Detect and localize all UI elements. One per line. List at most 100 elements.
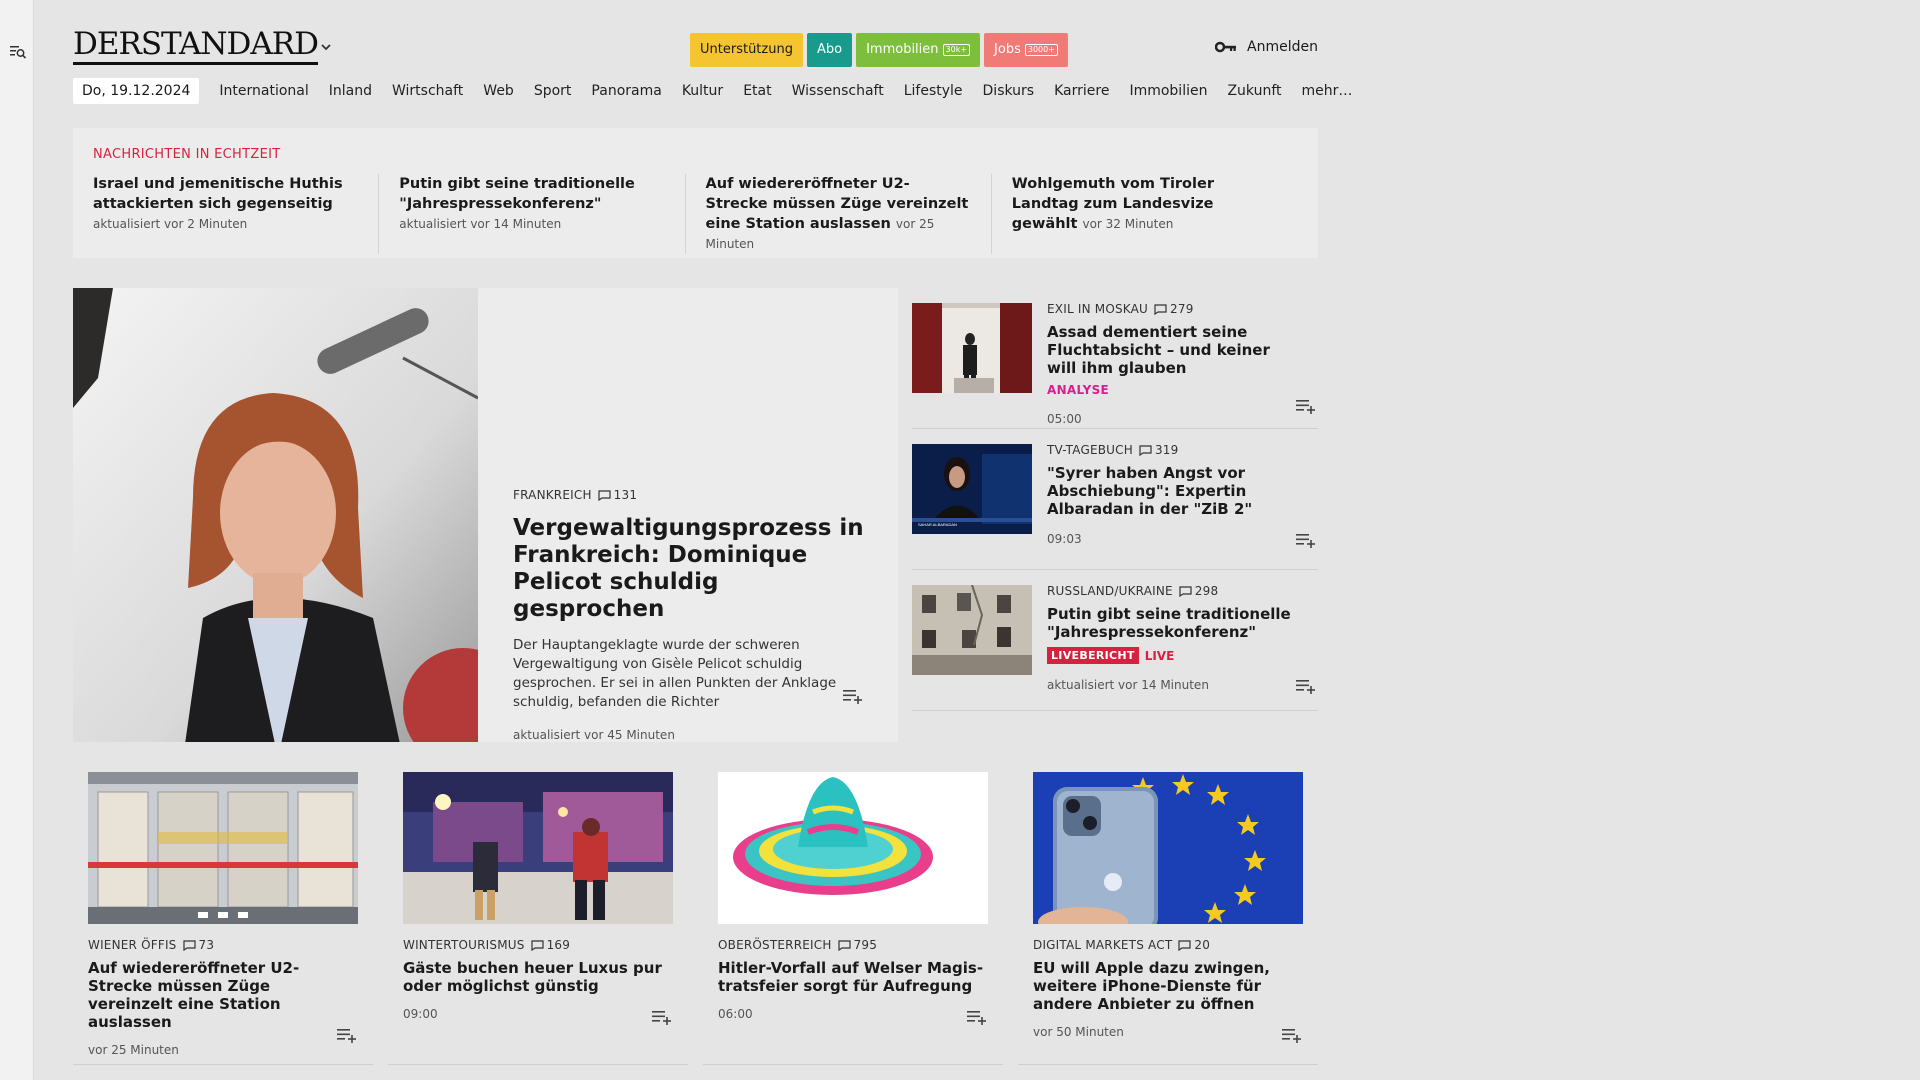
comments-count-value: 298 xyxy=(1194,584,1219,598)
lead-title[interactable]: Vergewaltigungsprozess in Frankreich: Do… xyxy=(513,515,868,623)
add-to-list-icon[interactable] xyxy=(651,1009,673,1025)
add-to-list-icon[interactable] xyxy=(1295,398,1317,414)
lead-teaser: Der Hauptangeklagte wurde der schweren V… xyxy=(513,637,837,710)
story-card[interactable]: OBERÖSTERREICH 795 Hitler-Vorfall auf We… xyxy=(703,757,1003,1065)
add-to-list-icon[interactable] xyxy=(1281,1027,1303,1043)
live-indicator: LIVEBERICHT LIVE xyxy=(1047,647,1297,664)
story-card-title[interactable]: Gäste buchen heuer Luxus pur oder möglic… xyxy=(403,959,673,995)
nav-item-sport[interactable]: Sport xyxy=(534,83,572,99)
lead-story[interactable]: FRANKREICH 131 Vergewaltigungsprozess in… xyxy=(73,288,898,742)
realtime-timestamp: aktualisiert vor 14 Minuten xyxy=(399,217,562,231)
nav-item-inland[interactable]: Inland xyxy=(329,83,372,99)
side-story-kicker-label: RUSSLAND/UKRAINE xyxy=(1047,584,1173,598)
nav-item-web[interactable]: Web xyxy=(483,83,514,99)
nav-item-panorama[interactable]: Panorama xyxy=(591,83,661,99)
story-card-image xyxy=(88,772,358,924)
add-to-list-icon[interactable] xyxy=(336,1027,358,1043)
realtime-item[interactable]: Israel und jemenitische Huthis atta­ckie… xyxy=(93,174,380,254)
support-button[interactable]: Unterstützung xyxy=(690,33,803,67)
comment-icon xyxy=(1178,939,1191,951)
comments-count-value: 73 xyxy=(198,938,215,952)
nav-item-wirtschaft[interactable]: Wirtschaft xyxy=(392,83,463,99)
comments-count[interactable]: 795 xyxy=(837,938,878,952)
add-to-list-icon[interactable] xyxy=(842,688,864,704)
add-to-list-icon[interactable] xyxy=(1295,532,1317,548)
story-grid: WIENER ÖFFIS 73 Auf wiedereröffneter U2-… xyxy=(73,757,1318,1065)
side-story[interactable]: RUSSLAND/UKRAINE 298 Putin gibt seine tr… xyxy=(912,570,1318,711)
comments-count[interactable]: 169 xyxy=(530,938,571,952)
site-logo[interactable]: DERSTANDARD xyxy=(73,26,319,65)
story-card-time: vor 50 Minuten xyxy=(1033,1025,1124,1039)
story-card-image xyxy=(718,772,988,924)
nav-item-more[interactable]: mehr… xyxy=(1302,83,1353,99)
comments-count-value: 279 xyxy=(1170,302,1194,316)
side-story-title[interactable]: Assad dementiert seine Fluchtabsicht – u… xyxy=(1047,323,1297,377)
comments-count[interactable]: 279 xyxy=(1154,302,1194,316)
realtime-item[interactable]: Putin gibt seine traditionelle "Jahres­p… xyxy=(399,174,686,254)
story-card-kicker-label: WINTERTOURISMUS xyxy=(403,938,525,952)
header: DERSTANDARD Unterstützung Abo Immobilien… xyxy=(73,0,1318,72)
realtime-timestamp: aktualisiert vor 2 Minuten xyxy=(93,217,248,231)
comments-count[interactable]: 131 xyxy=(598,488,638,502)
realtime-title: NACHRICHTEN IN ECHTZEIT xyxy=(93,147,281,162)
nav-item-karriere[interactable]: Karriere xyxy=(1054,83,1109,99)
comment-icon xyxy=(1139,444,1152,456)
side-story-time: 05:00 xyxy=(1047,412,1082,426)
comments-count[interactable]: 20 xyxy=(1178,938,1210,952)
realtime-item[interactable]: Auf wiedereröffneter U2-Strecke müs­sen … xyxy=(706,174,992,254)
nav-item-kultur[interactable]: Kultur xyxy=(682,83,723,99)
nav-item-international[interactable]: International xyxy=(219,83,308,99)
side-story[interactable]: SAHAR ALBARADAN TV-TAGEBUCH 319 "Syrer h… xyxy=(912,429,1318,570)
story-card[interactable]: DIGITAL MARKETS ACT 20 EU will Apple daz… xyxy=(1018,757,1318,1065)
add-to-list-icon[interactable] xyxy=(966,1009,988,1025)
nav-item-diskurs[interactable]: Diskurs xyxy=(983,83,1035,99)
story-card-kicker-label: OBERÖSTERREICH xyxy=(718,938,832,952)
story-card[interactable]: WINTERTOURISMUS 169 Gäste buchen heuer L… xyxy=(388,757,688,1065)
add-to-list-icon[interactable] xyxy=(1295,678,1317,694)
comments-count-value: 319 xyxy=(1154,443,1179,457)
side-story-title[interactable]: "Syrer haben Angst vor Abschiebung": Exp… xyxy=(1047,464,1297,518)
story-card-title[interactable]: EU will Apple dazu zwingen, weitere iPho… xyxy=(1033,959,1303,1013)
realtime-news: NACHRICHTEN IN ECHTZEIT Israel und jemen… xyxy=(73,128,1318,258)
nav-item-wissenschaft[interactable]: Wissenschaft xyxy=(792,83,884,99)
jobs-button-label: Jobs xyxy=(994,42,1021,57)
nav-item-etat[interactable]: Etat xyxy=(743,83,771,99)
comment-icon xyxy=(1154,303,1167,315)
comments-count-value: 131 xyxy=(613,488,638,502)
abo-button[interactable]: Abo xyxy=(806,33,853,67)
realtime-timestamp: vor 32 Minuten xyxy=(1082,217,1174,231)
side-story-title[interactable]: Putin gibt seine traditionelle "Jahrespr… xyxy=(1047,605,1297,641)
comments-count-value: 20 xyxy=(1194,938,1211,952)
nav-item-lifestyle[interactable]: Lifestyle xyxy=(904,83,963,99)
realtime-item[interactable]: Wohlgemuth vom Tiroler Landtag zum Lande… xyxy=(1012,174,1298,254)
lead-story-image xyxy=(73,288,478,742)
menu-search-icon[interactable] xyxy=(9,43,27,61)
key-icon xyxy=(1215,41,1237,53)
story-card-kicker-label: DIGITAL MARKETS ACT xyxy=(1033,938,1173,952)
lead-kicker-label: FRANKREICH xyxy=(513,488,592,502)
comment-icon xyxy=(837,939,851,951)
comments-count[interactable]: 73 xyxy=(182,938,215,952)
login-button[interactable]: Anmelden xyxy=(1215,39,1318,55)
side-story[interactable]: EXIL IN MOSKAU 279 Assad dementiert sein… xyxy=(912,288,1318,429)
nav-item-immobilien[interactable]: Immobilien xyxy=(1129,83,1207,99)
side-story-kicker-label: TV-TAGEBUCH xyxy=(1047,443,1133,457)
nav-item-zukunft[interactable]: Zukunft xyxy=(1227,83,1281,99)
story-card-title[interactable]: Hitler-Vorfall auf Welser Magis­tratsfei… xyxy=(718,959,988,995)
comments-count[interactable]: 319 xyxy=(1139,443,1179,457)
chevron-down-icon[interactable] xyxy=(319,40,333,54)
story-card-title[interactable]: Auf wiedereröffneter U2-Strecke müssen Z… xyxy=(88,959,358,1031)
tv-caption: SAHAR ALBARADAN xyxy=(918,522,957,527)
jobs-button[interactable]: Jobs 3000+ xyxy=(984,33,1068,67)
story-card-kicker-label: WIENER ÖFFIS xyxy=(88,938,177,952)
live-label: LIVE xyxy=(1144,648,1175,663)
comments-count-value: 169 xyxy=(546,938,571,952)
side-story-time: aktualisiert vor 14 Minuten xyxy=(1047,678,1209,692)
story-card[interactable]: WIENER ÖFFIS 73 Auf wiedereröffneter U2-… xyxy=(73,757,373,1065)
side-story-time: 09:03 xyxy=(1047,532,1082,546)
story-card-time: 09:00 xyxy=(403,1007,438,1021)
side-story-image xyxy=(912,585,1032,675)
immobilien-button[interactable]: Immobilien 30k+ xyxy=(856,33,981,67)
comments-count[interactable]: 298 xyxy=(1179,584,1219,598)
immobilien-count-badge: 30k+ xyxy=(942,44,971,56)
